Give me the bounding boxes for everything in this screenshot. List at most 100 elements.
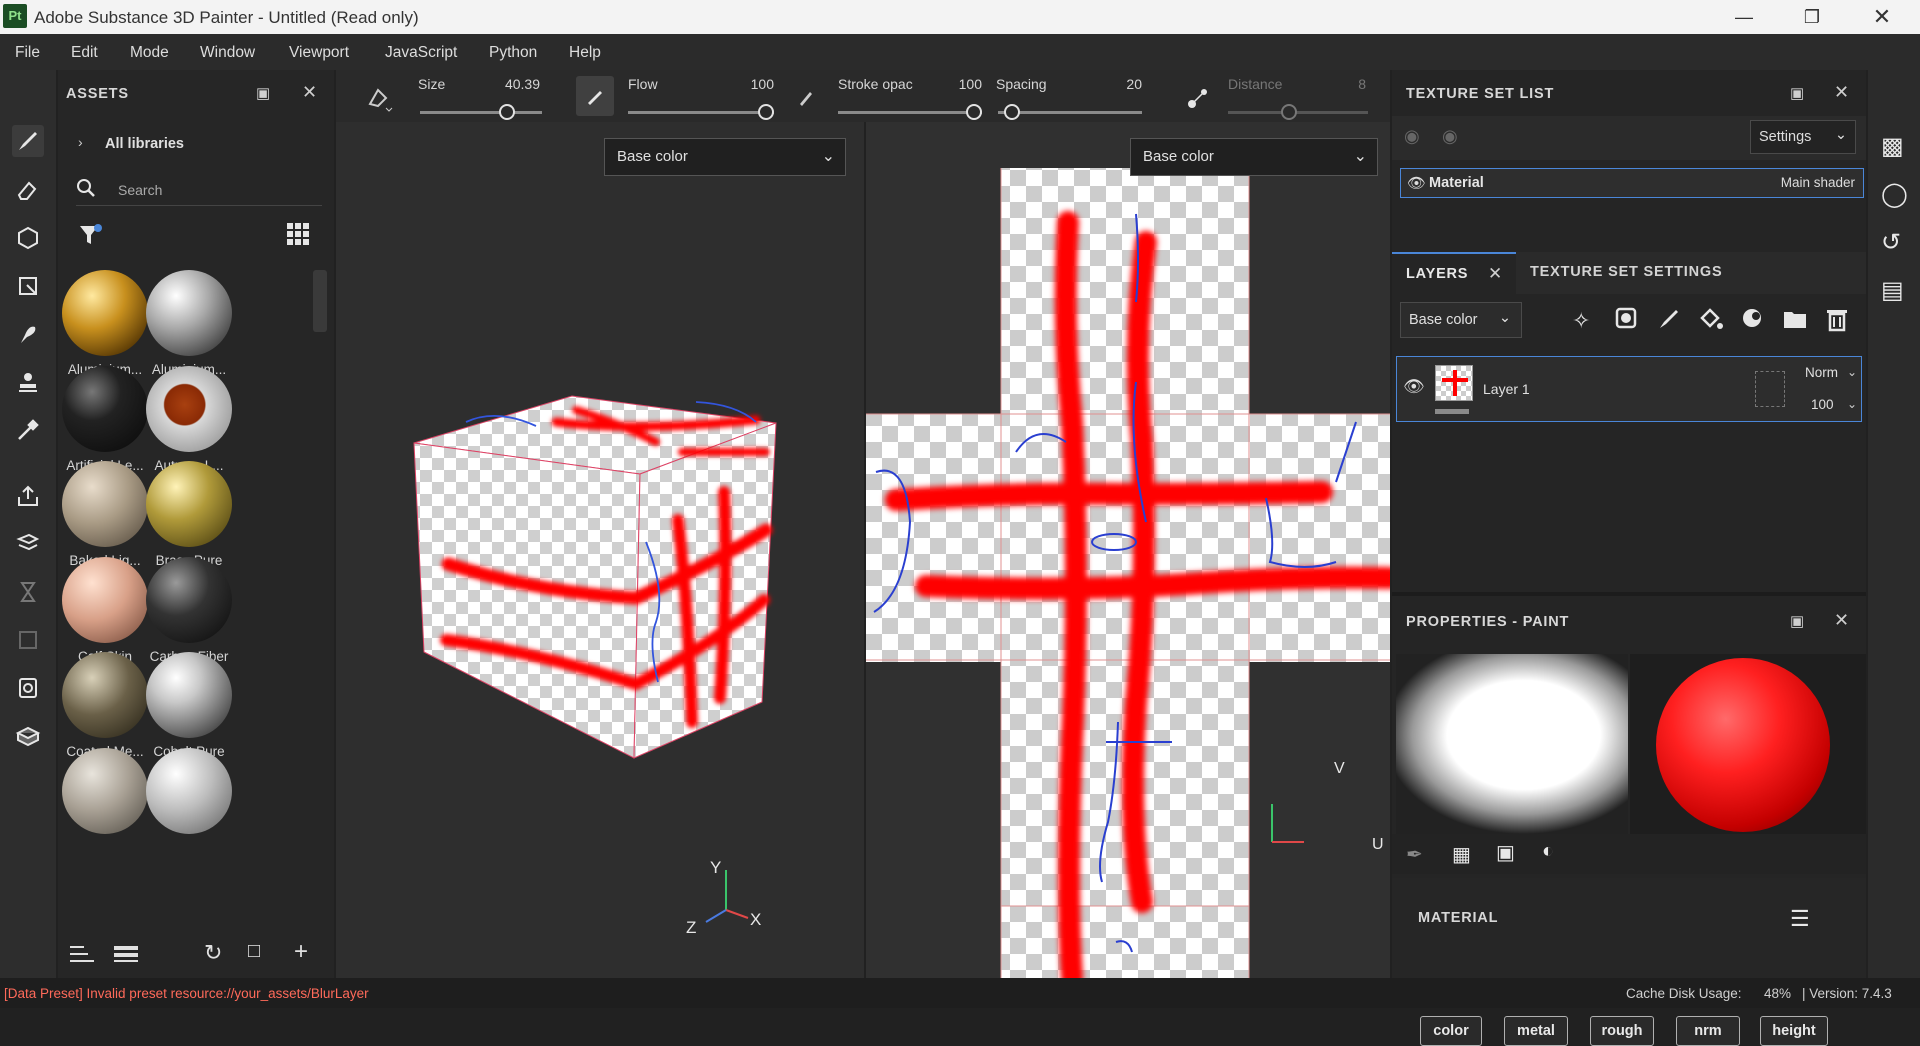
stroke-opacity-value[interactable]: 100 [936, 76, 982, 92]
asset-tile[interactable]: Cobalt Pure [146, 652, 232, 759]
asset-tile[interactable]: Brass Pure [146, 461, 232, 568]
bake-icon[interactable] [12, 528, 44, 560]
eraser-icon[interactable] [12, 174, 44, 206]
asset-tile[interactable] [146, 747, 232, 840]
layer-name[interactable]: Layer 1 [1483, 381, 1530, 397]
chip-nrm[interactable]: nrm [1676, 1016, 1740, 1046]
close-tab-icon[interactable]: ✕ [1488, 264, 1502, 284]
restore-icon[interactable]: ❐ [1792, 4, 1832, 30]
flow-slider-knob[interactable] [758, 104, 774, 120]
minimize-icon[interactable]: — [1724, 4, 1764, 30]
eye-hidden-icon[interactable]: ◉ [1404, 126, 1420, 147]
status-error[interactable]: [Data Preset] Invalid preset resource://… [4, 986, 369, 1001]
viewport-3d[interactable]: Base color ⌄ Y Z X [336, 122, 864, 978]
size-slider-knob[interactable] [499, 104, 515, 120]
add-icon[interactable]: + [294, 938, 308, 966]
menu-mode[interactable]: Mode [130, 44, 169, 62]
assets-scrollbar[interactable] [313, 270, 327, 332]
color-picker-icon[interactable] [12, 414, 44, 446]
close-panel-icon[interactable]: ✕ [1834, 610, 1849, 631]
texture-set-row[interactable]: 👁 Material Main shader [1400, 168, 1864, 198]
asset-tile[interactable]: Baked Lig... [62, 461, 148, 568]
stroke-opacity-knob[interactable] [966, 104, 982, 120]
menu-file[interactable]: File [15, 44, 40, 62]
spacing-value[interactable]: 20 [1096, 76, 1142, 92]
alpha-tab-icon[interactable]: ▦ [1452, 842, 1471, 867]
brush-alpha-preview[interactable] [1396, 654, 1628, 834]
add-fill-layer-icon[interactable] [1698, 306, 1724, 336]
add-paint-layer-icon[interactable] [1656, 306, 1682, 336]
history-icon[interactable]: ↺ [1881, 228, 1901, 257]
lazy-mouse-icon[interactable] [1184, 84, 1212, 116]
blend-mode[interactable]: Norm [1805, 365, 1838, 380]
size-slider[interactable] [420, 111, 542, 114]
channel-dropdown-2d[interactable]: Base color ⌄ [1130, 138, 1378, 176]
add-folder-icon[interactable] [1782, 306, 1808, 336]
search-input[interactable]: Search [118, 182, 162, 198]
size-value[interactable]: 40.39 [486, 76, 540, 92]
asset-tile[interactable]: Autumn L... [146, 365, 232, 473]
chevron-right-icon[interactable]: › [78, 134, 83, 150]
asset-tile[interactable]: Carbon Fiber [146, 556, 232, 664]
window-icon[interactable]: □ [248, 940, 260, 963]
projection-icon[interactable] [12, 222, 44, 254]
eye-icon[interactable]: ◉ [1442, 126, 1458, 147]
environment-icon[interactable]: ◯ [1881, 180, 1908, 209]
layer-opacity[interactable]: 100 [1811, 397, 1834, 412]
flow-slider[interactable] [628, 111, 774, 114]
mesh-icon[interactable] [12, 720, 44, 752]
mask-slot[interactable] [1755, 371, 1785, 407]
refresh-icon[interactable]: ↻ [204, 940, 222, 966]
uv-layout[interactable] [866, 122, 1390, 978]
menu-edit[interactable]: Edit [71, 44, 98, 62]
float-panel-icon[interactable]: ▣ [256, 84, 270, 102]
close-icon[interactable]: ✕ [1862, 4, 1902, 30]
display-settings-icon[interactable]: ▩ [1881, 132, 1904, 161]
float-panel-icon[interactable]: ▣ [1790, 84, 1804, 102]
iray-icon[interactable] [12, 576, 44, 608]
close-panel-icon[interactable]: ✕ [1834, 82, 1849, 103]
library-selector[interactable]: All libraries [105, 136, 184, 152]
transform-icon[interactable] [12, 624, 44, 656]
list-options-icon[interactable] [70, 944, 94, 968]
geometry-mask-icon[interactable] [12, 270, 44, 302]
layer-row[interactable]: 👁 Layer 1 Norm ⌄ 100 ⌄ [1396, 356, 1862, 422]
add-effect-icon[interactable]: ✧ [1572, 308, 1590, 334]
settings-dropdown[interactable]: Settings ⌄ [1750, 120, 1856, 154]
asset-tile[interactable]: Artificial Le... [62, 365, 148, 473]
menu-window[interactable]: Window [200, 44, 255, 62]
menu-icon[interactable]: ☰ [1790, 906, 1810, 932]
stencil-tab-icon[interactable]: ▣ [1496, 840, 1515, 865]
spacing-slider-knob[interactable] [1004, 104, 1020, 120]
shader-name[interactable]: Main shader [1781, 175, 1855, 190]
visibility-icon[interactable]: 👁 [1407, 174, 1426, 192]
log-icon[interactable]: ▤ [1881, 276, 1904, 305]
brush-tab-icon[interactable]: ✒ [1406, 842, 1423, 867]
chevron-down-icon[interactable]: ⌄ [1847, 397, 1857, 411]
panel-splitter[interactable] [1392, 592, 1866, 596]
close-panel-icon[interactable]: ✕ [302, 82, 317, 103]
asset-tile[interactable]: Calf Skin [62, 556, 148, 664]
layer-visibility-icon[interactable]: 👁 [1403, 377, 1425, 397]
menu-help[interactable]: Help [569, 44, 601, 62]
tab-layers[interactable]: LAYERS ✕ [1392, 252, 1516, 294]
viewport-2d[interactable]: Base color ⌄ V U [866, 122, 1390, 978]
flow-value[interactable]: 100 [736, 76, 774, 92]
chip-height[interactable]: height [1760, 1016, 1828, 1046]
stack-icon[interactable] [114, 944, 138, 968]
asset-tile[interactable]: Coated Me... [62, 652, 148, 759]
add-mask-icon[interactable] [1614, 306, 1640, 336]
paint-brush-icon[interactable] [12, 125, 44, 157]
asset-tile[interactable]: Aluminium... [146, 270, 232, 377]
add-smart-material-icon[interactable] [1740, 306, 1766, 336]
material-tab-icon[interactable]: ◐ [1542, 840, 1554, 863]
clone-stamp-icon[interactable] [12, 366, 44, 398]
menu-python[interactable]: Python [489, 44, 537, 62]
brush-preset-icon[interactable] [364, 84, 394, 118]
asset-tile[interactable]: Aluminium... [62, 270, 148, 377]
tab-texture-set-settings[interactable]: TEXTURE SET SETTINGS [1530, 264, 1722, 280]
chip-rough[interactable]: rough [1590, 1016, 1654, 1046]
filter-icon[interactable] [78, 222, 104, 252]
shelf-icon[interactable] [12, 672, 44, 704]
smudge-icon[interactable] [12, 318, 44, 350]
